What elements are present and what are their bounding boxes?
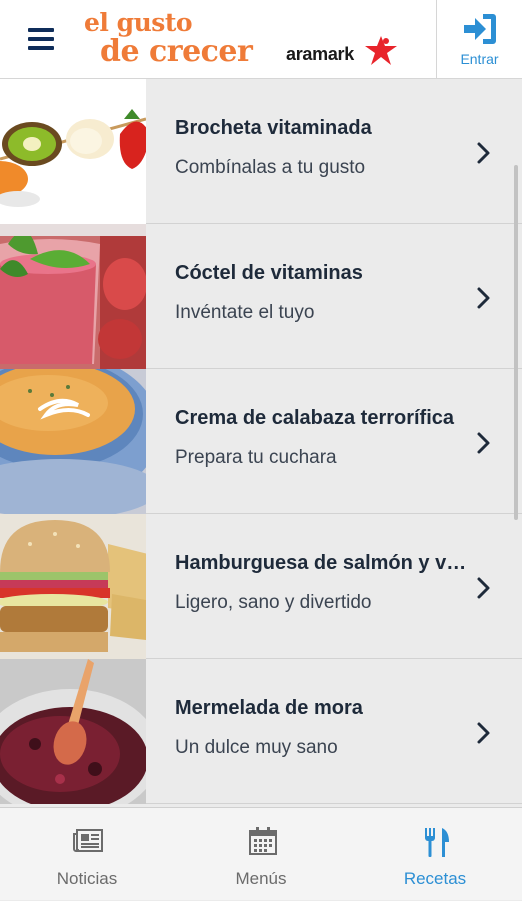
recipe-subtitle: Prepara tu cuchara xyxy=(175,447,337,468)
app-logo: el gusto de crecer xyxy=(84,8,274,72)
recipe-row[interactable]: Crema de calabaza terrorífica Prepara tu… xyxy=(0,369,522,514)
tab-label: Noticias xyxy=(56,869,118,888)
chevron-right-icon xyxy=(477,577,490,599)
fork-knife-icon xyxy=(425,828,449,857)
recipe-row[interactable]: Cóctel de vitaminas Invéntate el tuyo xyxy=(0,224,522,369)
calendar-icon xyxy=(249,827,277,855)
chevron-right-icon xyxy=(477,722,490,744)
bottom-navigation: Noticias Menús Recetas xyxy=(0,807,522,900)
logo-line-1: el gusto xyxy=(84,8,193,37)
scrollbar[interactable] xyxy=(514,165,518,520)
recipe-row[interactable]: Mermelada de mora Un dulce muy sano xyxy=(0,659,522,804)
recipe-image xyxy=(0,79,146,224)
recipe-title: Mermelada de mora xyxy=(175,697,363,719)
login-label: Entrar xyxy=(460,51,499,67)
hamburger-menu-icon xyxy=(28,28,54,32)
recipe-list: Brocheta vitaminada Combínalas a tu gust… xyxy=(0,79,522,807)
newspaper-icon xyxy=(73,829,103,852)
recipe-subtitle: Un dulce muy sano xyxy=(175,737,338,758)
recipe-row[interactable]: Brocheta vitaminada Combínalas a tu gust… xyxy=(0,79,522,224)
recipe-subtitle: Invéntate el tuyo xyxy=(175,302,315,323)
recipe-title: Brocheta vitaminada xyxy=(175,117,372,139)
tab-label: Recetas xyxy=(403,869,467,888)
recipe-title: Crema de calabaza terrorífica xyxy=(175,407,455,429)
recipe-image xyxy=(0,369,146,514)
menu-button[interactable] xyxy=(22,24,62,56)
chevron-right-icon xyxy=(477,432,490,454)
tab-noticias[interactable]: Noticias xyxy=(0,808,174,901)
star-person-icon xyxy=(365,36,397,65)
tab-label: Menús xyxy=(235,869,287,888)
chevron-right-icon xyxy=(477,142,490,164)
partner-logo: aramark xyxy=(286,36,406,70)
chevron-right-icon xyxy=(477,287,490,309)
recipe-image xyxy=(0,659,146,804)
tab-recetas[interactable]: Recetas xyxy=(348,808,522,901)
recipe-subtitle: Combínalas a tu gusto xyxy=(175,157,366,178)
recipe-row[interactable]: Hamburguesa de salmón y verduras Ligero,… xyxy=(0,514,522,659)
recipe-title: Hamburguesa de salmón y verduras xyxy=(175,552,475,574)
recipe-image xyxy=(0,514,146,659)
app-header: el gusto de crecer aramark Entrar xyxy=(0,0,522,79)
recipe-subtitle: Ligero, sano y divertido xyxy=(175,592,372,613)
tab-menus[interactable]: Menús xyxy=(174,808,348,901)
sign-in-icon xyxy=(464,14,496,44)
partner-logo-text: aramark xyxy=(286,44,354,64)
recipe-image xyxy=(0,224,146,369)
recipe-title: Cóctel de vitaminas xyxy=(175,262,363,284)
logo-line-2: de crecer xyxy=(100,34,253,69)
login-button[interactable]: Entrar xyxy=(437,0,522,78)
